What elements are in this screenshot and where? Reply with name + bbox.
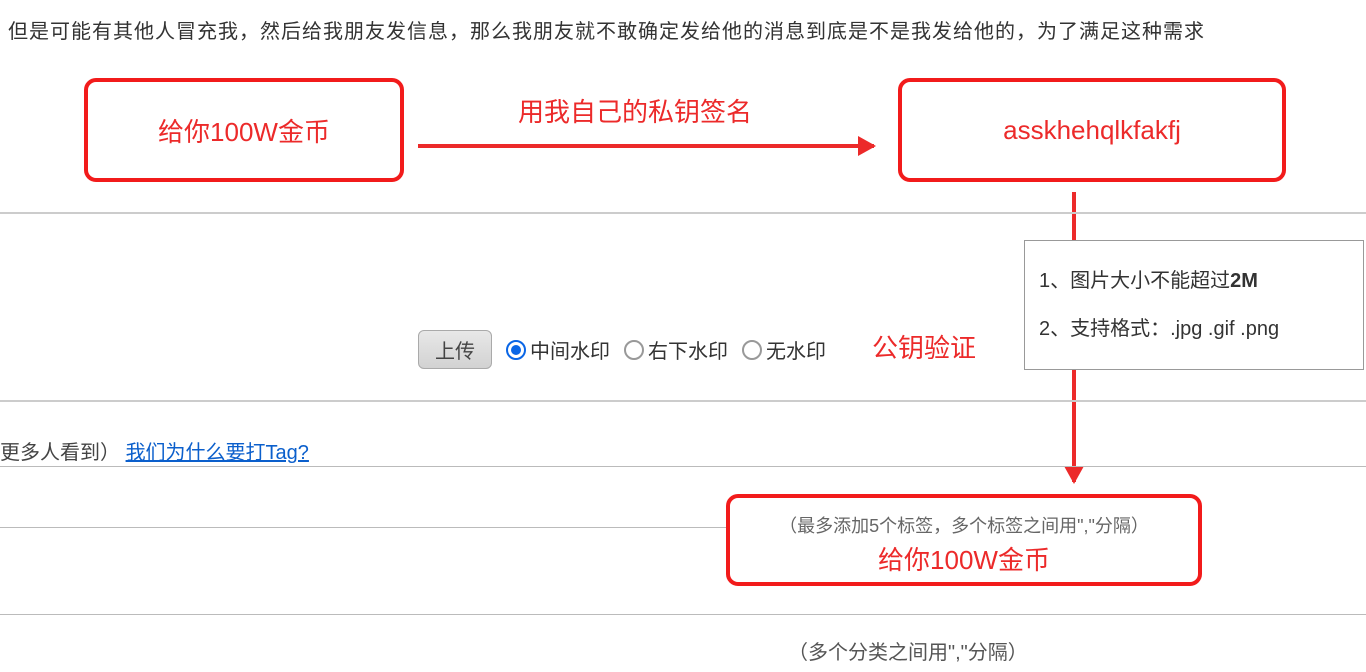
divider	[0, 614, 1366, 615]
plaintext-message-text: 给你100W金币	[158, 112, 330, 149]
plaintext-message-box: 给你100W金币	[84, 78, 404, 182]
radio-icon	[624, 340, 644, 360]
divider	[0, 212, 1366, 214]
radio-label: 中间水印	[530, 335, 610, 364]
why-tag-link[interactable]: 我们为什么要打Tag?	[126, 442, 309, 464]
public-key-verify-label: 公钥验证	[872, 328, 976, 365]
upload-controls-row: 上传 中间水印 右下水印 无水印	[418, 330, 826, 369]
info-bold: 2M	[1230, 270, 1258, 292]
radio-no-watermark[interactable]: 无水印	[742, 335, 826, 364]
intro-paragraph: 但是可能有其他人冒充我，然后给我朋友发信息，那么我朋友就不敢确定发给他的消息到底…	[8, 15, 1205, 44]
verified-message-text: 给你100W金币	[878, 540, 1050, 577]
radio-icon	[506, 340, 526, 360]
radio-label: 右下水印	[648, 335, 728, 364]
divider	[0, 400, 1366, 402]
radio-center-watermark[interactable]: 中间水印	[506, 335, 610, 364]
info-line-1: 1、图片大小不能超过2M	[1039, 257, 1349, 305]
radio-bottom-right-watermark[interactable]: 右下水印	[624, 335, 728, 364]
upload-button[interactable]: 上传	[418, 330, 492, 369]
tag-prefix-text: 更多人看到）	[0, 442, 120, 464]
info-line-2: 2、支持格式：.jpg .gif .png	[1039, 305, 1349, 353]
divider	[0, 466, 1366, 467]
arrow-right-icon	[418, 144, 874, 148]
sign-with-private-key-label: 用我自己的私钥签名	[518, 92, 752, 129]
upload-info-panel: 1、图片大小不能超过2M 2、支持格式：.jpg .gif .png	[1024, 240, 1364, 370]
info-text: 1、图片大小不能超过	[1039, 270, 1230, 292]
radio-label: 无水印	[766, 335, 826, 364]
category-hint-text: （多个分类之间用","分隔）	[788, 636, 1028, 665]
tag-help-row: 更多人看到） 我们为什么要打Tag?	[0, 436, 309, 465]
signed-ciphertext-text: asskhehqlkfakfj	[1003, 115, 1181, 146]
divider	[0, 527, 786, 528]
radio-icon	[742, 340, 762, 360]
signed-ciphertext-box: asskhehqlkfakfj	[898, 78, 1286, 182]
tag-limit-hint: （最多添加5个标签，多个标签之间用","分隔）	[779, 512, 1149, 538]
verified-message-box: （最多添加5个标签，多个标签之间用","分隔） 给你100W金币	[726, 494, 1202, 586]
